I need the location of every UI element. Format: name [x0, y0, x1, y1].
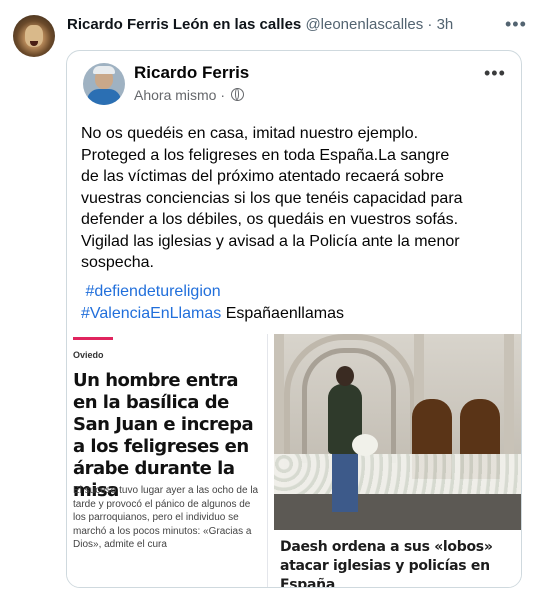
fb-more-icon: •••	[484, 63, 506, 83]
trailing-text: Españaenllamas	[225, 304, 344, 322]
author-handle[interactable]: @leonenlascalles	[305, 16, 423, 33]
tweet-header: Ricardo Ferris León en las calles @leone…	[67, 16, 453, 33]
embedded-image-card[interactable]: Ricardo Ferris Ahora mismo · ••• No os q…	[66, 50, 522, 588]
fb-time-text: Ahora mismo	[134, 87, 217, 103]
hashtag-defiendetureligion: #defiendetureligion	[85, 283, 221, 300]
tweet-time[interactable]: 3h	[437, 16, 454, 33]
fb-post-time: Ahora mismo ·	[134, 87, 244, 103]
post-line: Vigilad las iglesias y avisad a la Polic…	[81, 232, 460, 250]
news-headline: Un hombre entra en la basílica de San Ju…	[73, 370, 254, 501]
post-line: vuestras conciencias si los que tenéis c…	[81, 189, 463, 207]
photo-caption: Daesh ordena a sus «lobos» atacar iglesi…	[274, 530, 521, 587]
fb-post-text: No os quedéis en casa, imitad nuestro ej…	[81, 123, 511, 274]
photo-bouquet	[352, 434, 378, 456]
photo-person-legs	[332, 452, 358, 512]
fb-time-separator: ·	[220, 87, 226, 103]
post-line: de las víctimas del próximo atentado rec…	[81, 168, 444, 185]
photo-ground	[274, 494, 521, 530]
hashtag-block: #defiendetureligion #ValenciaEnLlamas Es…	[81, 281, 344, 324]
photo-person-head	[336, 366, 354, 386]
header-separator: ·	[427, 16, 433, 33]
post-line: defender a los débiles, os quedáis en vu…	[81, 211, 459, 228]
photo-flowers	[274, 454, 521, 494]
tweet-more-icon[interactable]: •••	[505, 14, 527, 35]
church-photo	[274, 334, 521, 530]
news-accent-bar	[73, 337, 113, 340]
post-line: sospecha.	[81, 254, 154, 271]
tweet: Ricardo Ferris León en las calles @leone…	[0, 0, 554, 590]
author-name[interactable]: Ricardo Ferris León en las calles	[67, 16, 301, 33]
avatar-body	[87, 89, 121, 105]
news-section: Oviedo	[73, 350, 104, 360]
post-line: Proteged a los feligreses en toda España…	[81, 146, 450, 164]
fb-author-avatar	[83, 63, 125, 105]
news-summary: El suceso tuvo lugar ayer a las ocho de …	[73, 485, 259, 550]
news-clipping: Oviedo Un hombre entra en la basílica de…	[67, 334, 268, 587]
hashtag-valenciaenllamas: #ValenciaEnLlamas	[81, 304, 222, 322]
post-line: No os quedéis en casa, imitad nuestro ej…	[81, 125, 419, 142]
avatar-cap	[93, 66, 115, 74]
user-avatar[interactable]	[13, 15, 55, 57]
photo-caption-text: Daesh ordena a sus «lobos» atacar iglesi…	[280, 539, 493, 588]
globe-icon	[230, 88, 244, 101]
fb-author-name: Ricardo Ferris	[134, 63, 250, 82]
